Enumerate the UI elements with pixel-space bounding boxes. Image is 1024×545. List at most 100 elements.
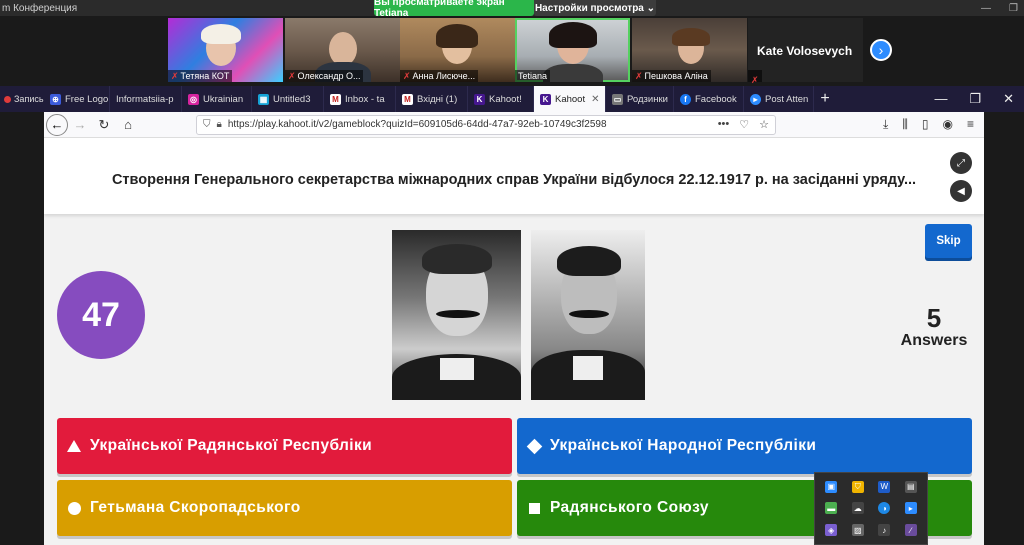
participant-tile-speaking[interactable]: Tetiana [515, 18, 630, 82]
download-icon[interactable]: ⤓ [883, 117, 888, 132]
browser-window-controls: — ❐ ✕ [934, 91, 1024, 107]
reader-icon[interactable]: ▯ [922, 117, 929, 132]
participant-hair [201, 24, 241, 44]
zoom-window-controls: — ❐ [981, 0, 1018, 16]
record-indicator: Запись [0, 94, 44, 104]
back-arrow-icon[interactable]: ← [46, 113, 68, 136]
skip-button[interactable]: Skip [925, 224, 972, 258]
participant-tile[interactable]: ✗ Анна Лисюче... [400, 18, 515, 82]
portrait-collar [440, 358, 474, 380]
answers-counter: 5 Answers [884, 303, 984, 350]
portrait-mustache [436, 310, 480, 318]
participant-hair [436, 24, 478, 48]
next-page-arrow-icon[interactable]: › [870, 39, 892, 61]
security-shield-icon[interactable]: ⛉ [851, 480, 864, 493]
more-icon[interactable]: ••• [718, 118, 730, 131]
participant-name: Kate Volosevych [757, 44, 853, 58]
question-text: Створення Генерального секретарства міжн… [111, 172, 917, 188]
toolbar-icons: ⤓ ⫼ ▯ ◉ ≡ [883, 117, 984, 132]
participant-tile[interactable]: ✗ Олександр О... [285, 18, 400, 82]
diamond-icon [526, 438, 542, 454]
answers-label: Answers [900, 332, 968, 349]
new-tab-icon[interactable]: + [814, 90, 836, 108]
reload-icon[interactable]: ↻ [92, 114, 116, 136]
participant-body [543, 64, 603, 82]
volume-icon[interactable]: ♪ [878, 524, 891, 537]
video-strip: ✗ Тетяна КОТ ✗ Олександр О... ✗ Анна Лисюче… [0, 16, 1024, 85]
address-bar[interactable]: ⛉ 🔒︎ https://play.kahoot.it/v2/gameblock… [196, 114, 776, 135]
participant-name: ✗ Анна Лисюче... [400, 70, 479, 82]
portrait-hair [422, 244, 492, 274]
mic-muted-icon: ✗ [751, 75, 759, 85]
tray-app-icon[interactable]: ▣ [825, 480, 838, 493]
browser-tab-active[interactable]: K Kahoot ✕ [534, 86, 606, 112]
url-text[interactable]: https://play.kahoot.it/v2/gameblock?quiz… [228, 119, 712, 130]
browser-tab[interactable]: M Inbox - ta [324, 86, 396, 112]
record-icon [4, 95, 11, 103]
tray-app-icon[interactable]: ▨ [851, 524, 864, 537]
screen: m Конференция Вы просматриваете экран Te… [0, 0, 1024, 545]
mic-muted-icon: ✗ [635, 70, 643, 81]
participant-mic-status: ✗ [748, 70, 762, 85]
menu-icon[interactable]: ≡ [967, 117, 974, 132]
library-icon[interactable]: ⫼ [902, 117, 908, 132]
restore-icon[interactable]: ❐ [969, 91, 981, 107]
tray-app-icon[interactable]: ▬ [825, 502, 838, 515]
bookmark-star-icon[interactable]: ☆ [759, 118, 769, 131]
browser-tab[interactable]: ◎ Ukrainian [182, 86, 252, 112]
browser-tab[interactable]: f Facebook [674, 86, 744, 112]
question-image-portrait-right [531, 230, 645, 400]
question-image-portrait-left [392, 230, 521, 400]
free-logo-icon: ⊕ [50, 93, 61, 105]
forward-arrow-icon[interactable]: → [68, 114, 92, 136]
account-icon[interactable]: ◉ [943, 117, 953, 132]
tray-app-icon[interactable]: ◑ [878, 502, 891, 515]
instagram-icon: ◎ [188, 93, 199, 105]
lock-icon[interactable]: 🔒︎ [217, 119, 222, 130]
zoom-icon[interactable]: ▸ [904, 502, 917, 515]
browser-tab[interactable]: ▭ Родзинки [606, 86, 674, 112]
browser-tab[interactable]: ▦ Untitled3 [252, 86, 324, 112]
browser-nav-bar: ← → ↻ ⌂ ⛉ 🔒︎ https://play.kahoot.it/v2/g… [44, 112, 984, 138]
answer-option-blue[interactable]: Української Народної Республіки [517, 418, 972, 474]
close-icon[interactable]: ✕ [1003, 91, 1014, 107]
kahoot-icon: K [540, 93, 551, 105]
browser-tab[interactable]: K Kahoot! [468, 86, 534, 112]
browser-tab[interactable]: ⊕ Free Logo [44, 86, 110, 112]
participant-face [329, 32, 357, 66]
minimize-icon[interactable]: — [934, 91, 947, 107]
restore-icon[interactable]: ❐ [1009, 3, 1018, 14]
triangle-icon [67, 439, 81, 453]
home-icon[interactable]: ⌂ [116, 114, 140, 136]
mic-muted-icon: ✗ [403, 70, 411, 81]
zoom-icon: ▸ [750, 93, 761, 105]
answer-option-red[interactable]: Української Радянської Республіки [57, 418, 512, 474]
browser-tab[interactable]: M Вхідні (1) [396, 86, 468, 112]
system-tray-overflow: ▣ ⛉ W ▤ ▬ ☁ ◑ ▸ ◈ ▨ ♪ ∕ [814, 472, 928, 545]
feather-icon[interactable]: ∕ [904, 524, 917, 537]
view-options-button[interactable]: Настройки просмотра ⌄ [534, 0, 656, 16]
cloud-icon[interactable]: ☁ [851, 502, 864, 515]
word-icon[interactable]: W [878, 480, 891, 493]
participant-tile[interactable]: ✗ Тетяна КОТ [168, 18, 283, 82]
minimize-icon[interactable]: — [981, 3, 991, 14]
countdown-timer: 47 [57, 271, 145, 359]
portrait-mustache [569, 310, 609, 318]
mic-muted-icon: ✗ [171, 70, 179, 81]
shield-icon[interactable]: ⛉ [203, 119, 211, 130]
participant-tile[interactable]: ✗ Пешкова Аліна [632, 18, 747, 82]
sound-icon[interactable]: ◀ [950, 180, 972, 202]
participant-name: Tetiana [515, 70, 551, 82]
pocket-icon[interactable]: ♡ [739, 118, 749, 131]
tray-app-icon[interactable]: ▤ [904, 480, 917, 493]
participant-tile-no-video[interactable]: Kate Volosevych ✗ [748, 18, 863, 85]
screen-share-banner: Вы просматриваете экран Tetiana [374, 0, 534, 19]
participant-hair [549, 22, 597, 48]
fullscreen-icon[interactable]: ⤢ [950, 152, 972, 174]
answer-option-yellow[interactable]: Гетьмана Скоропадського [57, 480, 512, 536]
circle-icon [67, 501, 81, 515]
close-tab-icon[interactable]: ✕ [591, 94, 599, 105]
tray-app-icon[interactable]: ◈ [825, 524, 838, 537]
browser-tab[interactable]: Informatsiia-p [110, 86, 182, 112]
browser-tab[interactable]: ▸ Post Atten [744, 86, 814, 112]
